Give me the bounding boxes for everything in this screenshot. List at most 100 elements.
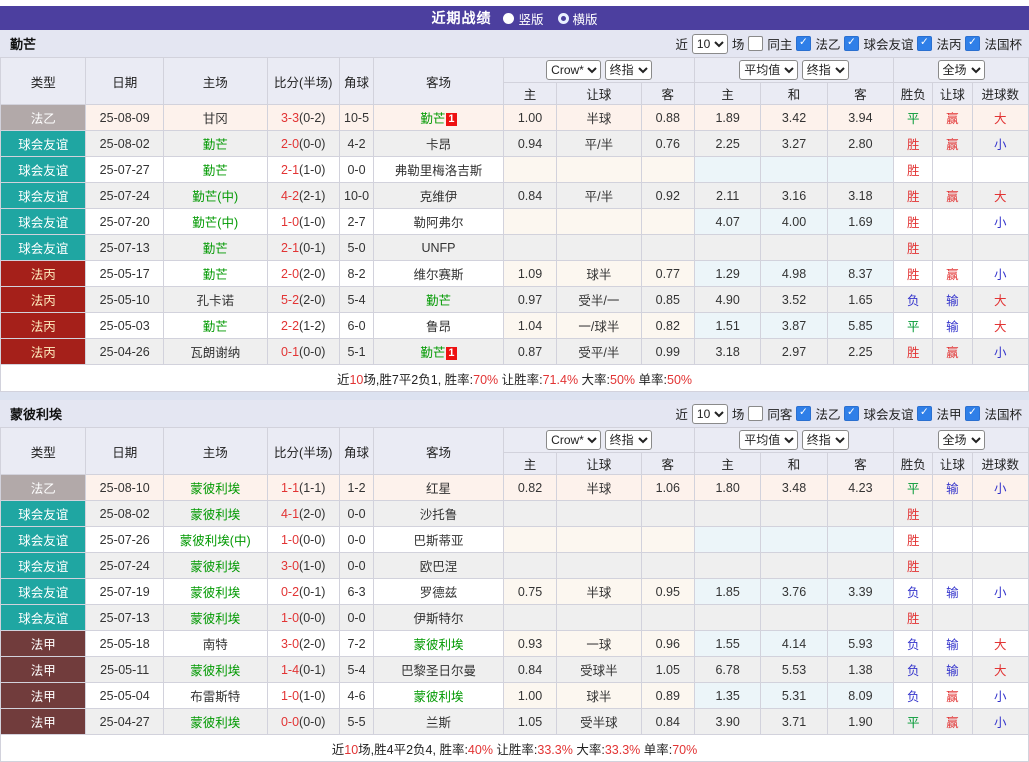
league-checkbox-cup[interactable] — [965, 406, 981, 421]
same-venue-checkbox[interactable] — [748, 406, 764, 421]
away-team: 克维伊 — [373, 182, 504, 209]
odds-home: 0.87 — [502, 338, 558, 365]
away-team: 兰斯 — [373, 708, 504, 735]
away-team: 弗勒里梅洛吉斯 — [373, 156, 504, 183]
games-label: 场 — [731, 38, 745, 52]
avg-home: 6.78 — [693, 656, 762, 683]
odds-handicap: 一/球半 — [556, 312, 642, 339]
odds-home: 1.00 — [502, 682, 558, 709]
home-team: 甘冈 — [162, 104, 268, 131]
home-team: 勤芒 — [162, 130, 268, 157]
odds-stage-select[interactable]: 终指 — [604, 60, 652, 80]
league-checkbox-friendly[interactable] — [844, 406, 860, 421]
avg-away: 2.80 — [826, 130, 895, 157]
section-gap — [0, 392, 1029, 400]
avg-stage-select[interactable]: 终指 — [801, 60, 849, 80]
team-name: 伊斯特尔 — [413, 612, 464, 626]
avg-away: 1.69 — [826, 208, 895, 235]
odds-source-select[interactable]: Crow* — [546, 60, 602, 80]
corner-score: 5-1 — [338, 338, 375, 365]
league-checkbox-fayi[interactable] — [796, 406, 812, 421]
avg-source-select[interactable]: 平均值 — [739, 60, 799, 80]
scope-select[interactable]: 全场 — [937, 60, 985, 80]
corner-score: 10-0 — [338, 182, 375, 209]
team-name: 欧巴涅 — [419, 560, 458, 574]
result-cell: 负 — [893, 630, 934, 657]
col-date: 日期 — [85, 427, 164, 475]
odds-handicap: 受平/半 — [556, 338, 642, 365]
corner-score: 0-0 — [338, 500, 375, 527]
result-cell: 胜 — [893, 182, 934, 209]
odds-away — [640, 604, 695, 631]
team-name: 卡昂 — [425, 138, 451, 152]
match-row: 法甲 25-05-11 蒙彼利埃 1-4(0-1) 5-4 巴黎圣日尔曼 0.84 受球半 1.… — [0, 656, 1029, 683]
summary-segment: 近 — [336, 372, 350, 387]
radio-vertical-view[interactable]: 竖版 — [503, 9, 544, 28]
league-badge: 法丙 — [0, 260, 87, 287]
home-team: 勤芒 — [162, 312, 268, 339]
same-venue-checkbox[interactable] — [748, 36, 764, 51]
league-checkbox-friendly[interactable] — [844, 36, 860, 51]
odds-source-select[interactable]: Crow* — [546, 430, 602, 450]
team-name: 蒙彼利埃 — [190, 560, 241, 574]
odds-stage-select[interactable]: 终指 — [604, 430, 652, 450]
away-team: 鲁昂 — [373, 312, 504, 339]
fulltime-score: 2-2 — [280, 318, 300, 333]
avg-away: 1.90 — [826, 708, 895, 735]
match-row: 球会友谊 25-07-26 蒙彼利埃(中) 1-0(0-0) 0-0 巴斯蒂亚胜 — [0, 526, 1029, 553]
same-venue-label: 同客 — [767, 408, 793, 422]
recent-count-select[interactable]: 10 — [691, 33, 728, 54]
handicap-result-cell: 输 — [932, 312, 973, 339]
result-cell: 胜 — [893, 156, 934, 183]
table-body: 法乙 25-08-09 甘冈 3-3(0-2) 10-5 勤芒 1 1.00 半球 0.88 1.8… — [0, 104, 1029, 365]
halftime-score: (0-0) — [299, 610, 326, 625]
match-score: 1-0(1-0) — [266, 208, 340, 235]
radio-horizontal-view[interactable]: 横版 — [557, 9, 598, 28]
odds-home: 0.93 — [502, 630, 558, 657]
avg-stage-select[interactable]: 终指 — [801, 430, 849, 450]
odds-home: 0.84 — [502, 182, 558, 209]
away-team: 卡昂 — [373, 130, 504, 157]
result-cell: 负 — [893, 682, 934, 709]
match-row: 球会友谊 25-07-20 勤芒(中) 1-0(1-0) 2-7 勒阿弗尔 4.07 4.00… — [0, 208, 1029, 235]
summary-segment: 40% — [467, 742, 493, 757]
league-checkbox-fajia[interactable] — [917, 406, 933, 421]
recent-count-select[interactable]: 10 — [691, 403, 728, 424]
league-checkbox-fabing[interactable] — [917, 36, 933, 51]
team-section-montpellier: 蒙彼利埃 近 10 场 同客 法乙 球会友谊 法甲 法国杯 — [0, 400, 1029, 762]
match-date: 25-05-04 — [85, 682, 164, 709]
match-score: 1-4(0-1) — [266, 656, 340, 683]
league-label-cup: 法国杯 — [984, 38, 1022, 52]
handicap-result-cell — [932, 156, 973, 183]
halftime-score: (1-0) — [299, 688, 326, 703]
league-checkbox-cup[interactable] — [965, 36, 981, 51]
odds-away: 0.85 — [640, 286, 695, 313]
result-cell: 胜 — [893, 338, 934, 365]
odds-handicap — [556, 552, 642, 579]
avg-away — [826, 526, 895, 553]
corner-score: 5-5 — [338, 708, 375, 735]
radio-selected-icon — [503, 12, 515, 24]
fulltime-score: 2-0 — [280, 266, 300, 281]
goals-result-cell — [971, 156, 1029, 183]
avg-away: 1.38 — [826, 656, 895, 683]
avg-draw: 4.98 — [760, 260, 828, 287]
team-name: 孔卡诺 — [196, 294, 234, 308]
handicap-result-cell: 输 — [932, 578, 973, 605]
fulltime-score: 1-4 — [280, 662, 300, 677]
team-name: 蒙彼利埃 — [190, 664, 241, 678]
league-checkbox-fayi[interactable] — [796, 36, 812, 51]
odds-away — [640, 526, 695, 553]
away-team: 勒阿弗尔 — [373, 208, 504, 235]
recent-label: 近 — [675, 38, 688, 52]
odds-handicap: 半球 — [556, 104, 642, 131]
team-name: 南特 — [202, 638, 228, 652]
scope-select[interactable]: 全场 — [937, 430, 985, 450]
odds-source-header: Crow* 终指 — [502, 427, 695, 453]
avg-home: 1.89 — [693, 104, 762, 131]
odds-handicap: 半球 — [556, 578, 642, 605]
avg-source-select[interactable]: 平均值 — [739, 430, 799, 450]
avg-home: 3.90 — [693, 708, 762, 735]
match-row: 法乙 25-08-10 蒙彼利埃 1-1(1-1) 1-2 红星 0.82 半球 1.06 1.8… — [0, 474, 1029, 501]
goals-result-cell: 大 — [971, 104, 1029, 131]
